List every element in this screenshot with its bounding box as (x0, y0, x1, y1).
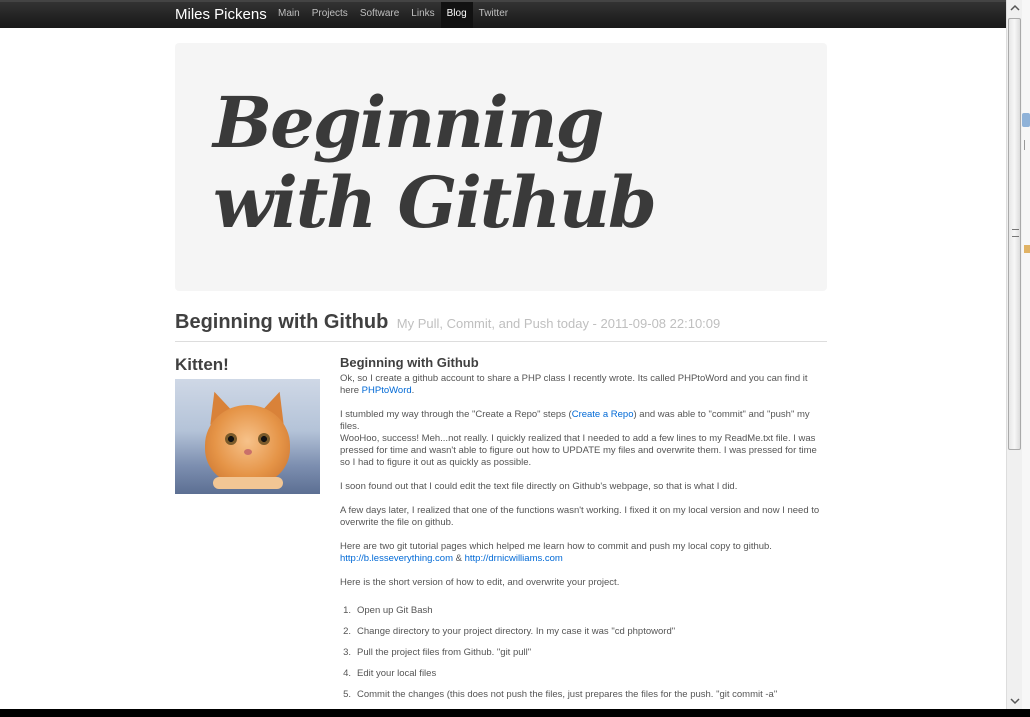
hero-title: Beginning with Github (213, 81, 657, 244)
nav-item-projects[interactable]: Projects (306, 2, 354, 28)
step-number: 5. (343, 689, 351, 700)
vertical-scrollbar[interactable] (1006, 0, 1022, 709)
kitten-eye-right (258, 433, 270, 445)
article-paragraph-fix: A few days later, I realized that one of… (340, 505, 820, 528)
top-navbar: Miles Pickens Main Projects Software Lin… (0, 0, 1006, 28)
tutorials-text: Here are two git tutorial pages which he… (340, 541, 772, 552)
step-number: 4. (343, 668, 351, 679)
step-text: Pull the project files from Github. "git… (357, 647, 532, 658)
folder-icon (1024, 245, 1030, 253)
steps-list: 1. Open up Git Bash 2. Change directory to… (340, 605, 827, 701)
kitten-image (175, 379, 320, 494)
scrollbar-thumb[interactable] (1008, 18, 1021, 450)
taskbar (0, 709, 1030, 717)
step-text: Change directory to your project directo… (357, 626, 676, 637)
nav-item-twitter[interactable]: Twitter (473, 2, 514, 28)
step-text: Commit the changes (this does not push t… (357, 689, 778, 700)
nav-item-links[interactable]: Links (405, 2, 440, 28)
tutorials-amp: & (453, 553, 465, 564)
lesseverything-link[interactable]: http://b.lesseverything.com (340, 553, 453, 564)
list-item: 2. Change directory to your project direc… (340, 626, 827, 638)
nav-menu: Main Projects Software Links Blog Twitte… (272, 2, 514, 28)
kitten-eye-left (225, 433, 237, 445)
kitten-nose (244, 449, 252, 455)
article-heading: Beginning with Github (340, 355, 479, 370)
kitten-paws (213, 477, 283, 489)
nav-item-blog[interactable]: Blog (440, 2, 473, 28)
scroll-up-arrow-icon[interactable] (1007, 0, 1023, 16)
page-title: Beginning with Github (175, 311, 389, 333)
blog-article: Beginning with Github Ok, so I create a … (340, 355, 827, 709)
article-paragraph-short: Here is the short version of how to edit… (340, 577, 620, 588)
step-number: 2. (343, 626, 351, 637)
article-paragraph-tutorials: Here are two git tutorial pages which he… (340, 541, 827, 565)
list-item: 1. Open up Git Bash (340, 605, 827, 617)
scroll-down-arrow-icon[interactable] (1007, 693, 1023, 709)
scrollbar-grip-icon (1012, 229, 1019, 237)
divider-icon (1024, 140, 1030, 150)
repo-text-2: WooHoo, success! Meh...not really. I qui… (340, 433, 817, 468)
page-header: Beginning with Github My Pull, Commit, a… (175, 311, 827, 342)
brand-link[interactable]: Miles Pickens (175, 6, 267, 23)
nav-item-software[interactable]: Software (354, 2, 405, 28)
phptoword-link[interactable]: PHPtoWord (362, 385, 412, 396)
article-paragraph-intro: Ok, so I create a github account to shar… (340, 373, 827, 397)
step-text: Edit your local files (357, 668, 437, 679)
step-number: 3. (343, 647, 351, 658)
list-item: 3. Pull the project files from Github. "g… (340, 647, 827, 659)
step-number: 1. (343, 605, 351, 616)
drnicwilliams-link[interactable]: http://drnicwilliams.com (465, 553, 563, 564)
page-subtitle: My Pull, Commit, and Push today - 2011-0… (396, 316, 721, 331)
article-paragraph-edit: I soon found out that I could edit the t… (340, 481, 738, 492)
sidebar-heading: Kitten! (175, 355, 229, 374)
create-repo-link[interactable]: Create a Repo (572, 409, 634, 420)
hero-unit: Beginning with Github (175, 43, 827, 291)
kitten-body (205, 405, 290, 485)
article-paragraph-repo: I stumbled my way through the "Create a … (340, 409, 827, 469)
adjacent-window-edge (1022, 0, 1030, 709)
window-icon (1022, 113, 1030, 127)
intro-end: . (411, 385, 415, 396)
nav-item-main[interactable]: Main (272, 2, 306, 28)
repo-text: I stumbled my way through the "Create a … (340, 409, 572, 420)
sidebar: Kitten! (175, 355, 320, 494)
list-item: 5. Commit the changes (this does not push… (340, 689, 827, 701)
browser-viewport: Miles Pickens Main Projects Software Lin… (0, 0, 1006, 709)
step-text: Open up Git Bash (357, 605, 433, 616)
list-item: 4. Edit your local files (340, 668, 827, 680)
